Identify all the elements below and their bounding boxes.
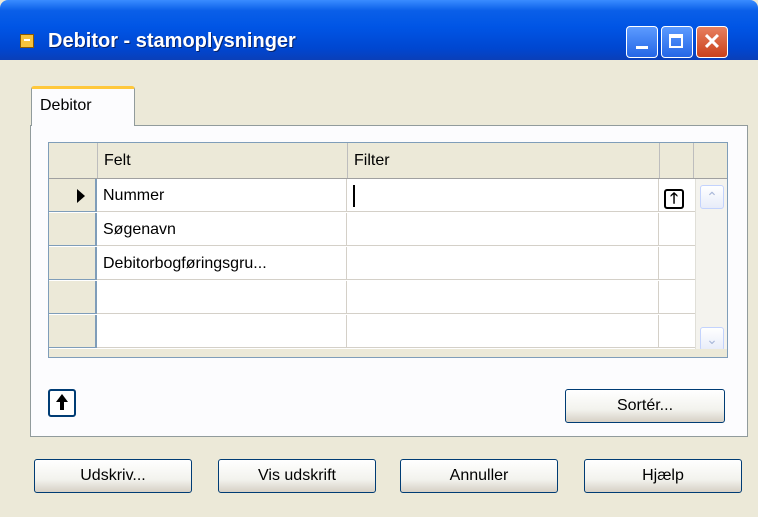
- print-button[interactable]: Udskriv...: [34, 459, 192, 493]
- column-header-felt[interactable]: Felt: [97, 143, 347, 178]
- table-row[interactable]: Søgenavn: [49, 213, 709, 247]
- cancel-button[interactable]: Annuller: [400, 459, 558, 493]
- dialog-window: Debitor - stamoplysninger ✕ Debitor Felt…: [0, 0, 758, 517]
- close-button[interactable]: ✕: [696, 26, 728, 58]
- scroll-up-icon[interactable]: ⌃: [700, 185, 724, 209]
- row-selector[interactable]: [49, 315, 97, 348]
- filter-cell[interactable]: [347, 247, 659, 280]
- text-caret: [353, 185, 355, 207]
- app-icon[interactable]: [20, 34, 34, 48]
- row-selector[interactable]: [49, 179, 97, 212]
- preview-button[interactable]: Vis udskrift: [218, 459, 376, 493]
- column-header-filter[interactable]: Filter: [347, 143, 659, 178]
- help-button[interactable]: Hjælp: [584, 459, 742, 493]
- table-row[interactable]: Nummer: [49, 179, 709, 213]
- minimize-button[interactable]: [626, 26, 658, 58]
- maximize-button[interactable]: [661, 26, 693, 58]
- table-row[interactable]: [49, 315, 709, 349]
- row-selector[interactable]: [49, 281, 97, 314]
- close-icon: ✕: [702, 29, 722, 54]
- table-row[interactable]: [49, 281, 709, 315]
- vertical-scrollbar[interactable]: ⌃ ⌄: [695, 179, 727, 357]
- grid-header: Felt Filter: [49, 143, 727, 179]
- table-row[interactable]: Debitorbogføringsgru...: [49, 247, 709, 281]
- tab-label: Debitor: [40, 97, 92, 114]
- filter-cell[interactable]: [347, 213, 659, 246]
- horizontal-scrollbar[interactable]: [49, 349, 727, 357]
- filter-cell[interactable]: [347, 281, 659, 314]
- row-selector[interactable]: [49, 247, 97, 280]
- row-selector[interactable]: [49, 213, 97, 246]
- move-up-button[interactable]: [48, 389, 76, 417]
- row-up-icon[interactable]: [664, 188, 684, 210]
- felt-cell[interactable]: [97, 315, 347, 348]
- filter-cell[interactable]: [347, 315, 659, 348]
- filter-cell[interactable]: [347, 179, 659, 212]
- current-row-icon: [77, 189, 85, 203]
- tab-debitor[interactable]: Debitor: [31, 86, 135, 126]
- scroll-down-icon[interactable]: ⌄: [700, 327, 724, 351]
- column-header-blank: [693, 143, 727, 178]
- title-bar[interactable]: Debitor - stamoplysninger ✕: [0, 0, 758, 60]
- felt-cell[interactable]: Debitorbogføringsgru...: [97, 247, 347, 280]
- felt-cell[interactable]: Nummer: [97, 179, 347, 212]
- column-header-blank: [659, 143, 693, 178]
- felt-cell[interactable]: Søgenavn: [97, 213, 347, 246]
- sort-button[interactable]: Sortér...: [565, 389, 725, 423]
- filter-grid: Felt Filter Nummer Søgenavn Debitorbogfø…: [48, 142, 728, 358]
- felt-cell[interactable]: [97, 281, 347, 314]
- window-title: Debitor - stamoplysninger: [48, 30, 296, 52]
